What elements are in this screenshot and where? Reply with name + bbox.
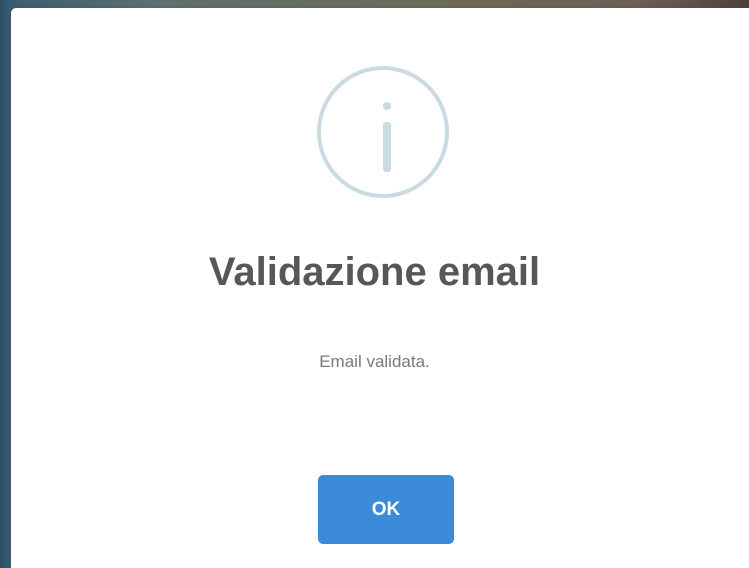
alert-dialog: Validazione email Email validata. OK	[11, 8, 749, 568]
dialog-message: Email validata.	[319, 352, 430, 371]
dialog-title: Validazione email	[208, 250, 541, 294]
info-icon	[317, 66, 449, 198]
info-icon-stem	[383, 122, 391, 172]
info-icon-dot	[383, 102, 391, 110]
ok-button[interactable]: OK	[318, 475, 454, 544]
